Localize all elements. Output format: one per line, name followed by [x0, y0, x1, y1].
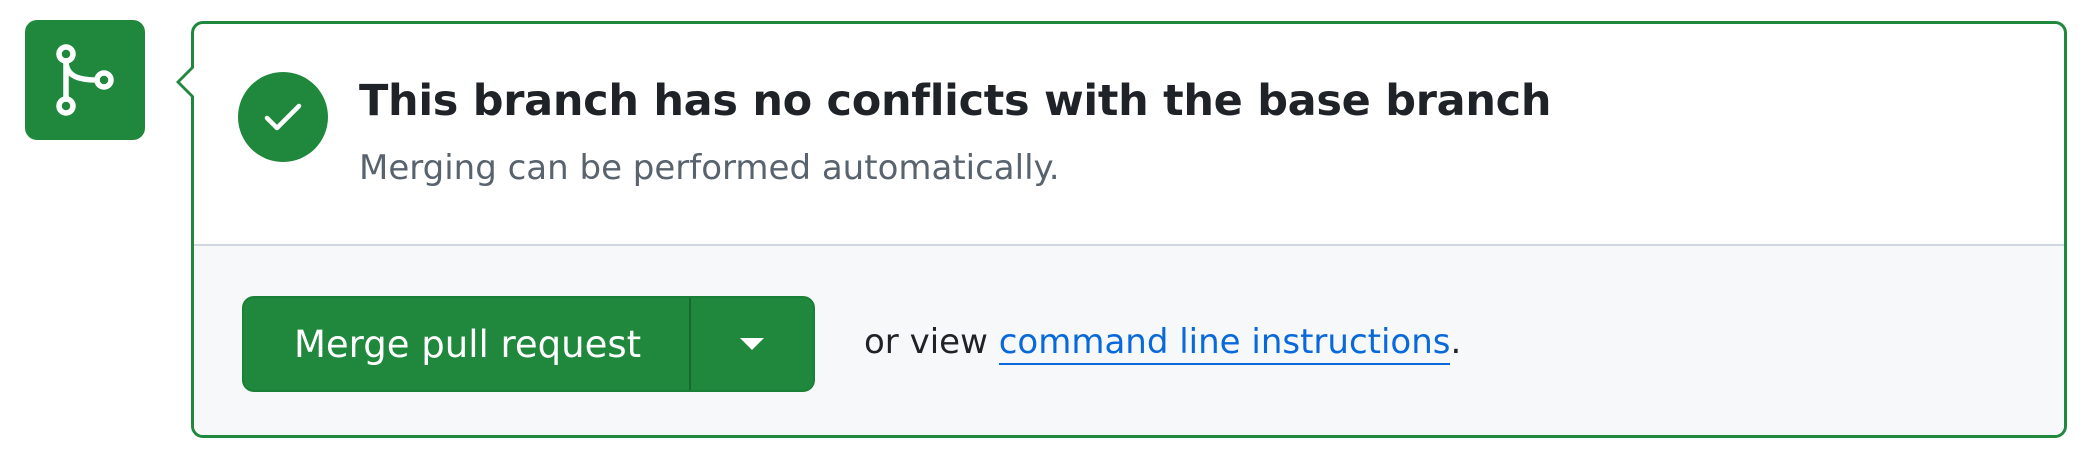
cli-suffix-text: . [1450, 322, 1462, 362]
cli-prefix-text: or view [864, 322, 988, 362]
status-title: This branch has no conflicts with the ba… [359, 76, 1552, 126]
command-line-instructions-link[interactable]: command line instructions [998, 322, 1451, 365]
triangle-down-icon [740, 338, 765, 350]
check-circle-icon [238, 72, 328, 162]
merge-status-panel: This branch has no conflicts with the ba… [176, 21, 2067, 438]
merge-pull-request-button[interactable]: Merge pull request [244, 298, 692, 390]
git-merge-icon [25, 20, 145, 140]
merge-action-section: Merge pull request or view command line … [194, 246, 2064, 435]
merge-button-group: Merge pull request [242, 296, 816, 392]
merge-status-section: This branch has no conflicts with the ba… [194, 24, 2064, 246]
command-line-hint: or view command line instructions. [864, 322, 1462, 365]
merge-options-dropdown-button[interactable] [691, 298, 813, 390]
status-subtitle: Merging can be performed automatically. [359, 148, 1060, 188]
